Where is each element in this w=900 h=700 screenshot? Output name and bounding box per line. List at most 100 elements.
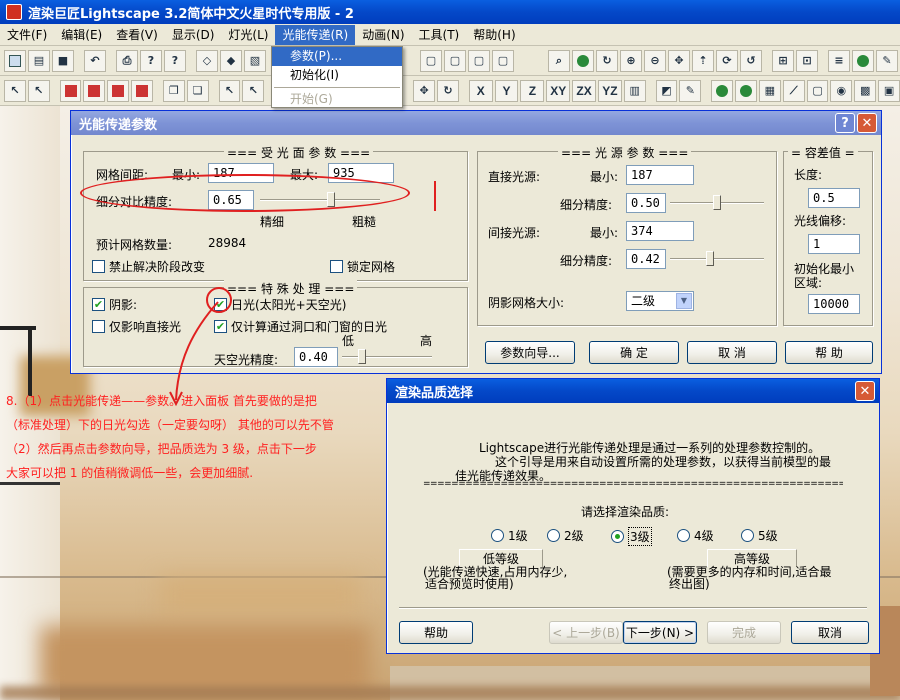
brush-icon[interactable]: ✎ xyxy=(679,79,702,102)
select-tool-icon[interactable]: ↖ xyxy=(27,79,50,102)
print-icon[interactable]: ⎙ xyxy=(116,49,138,72)
cancel-button[interactable]: 取消 xyxy=(791,621,869,644)
menu-file[interactable]: 文件(F) xyxy=(0,25,54,45)
cube-green-icon[interactable]: ◆ xyxy=(220,49,242,72)
close-icon[interactable]: ✕ xyxy=(855,381,875,401)
openings-only-checkbox[interactable]: ✔ 仅计算通过洞口和门窗的日光 xyxy=(214,318,387,335)
rotate-icon[interactable]: ↻ xyxy=(596,49,618,72)
menu-edit[interactable]: 编辑(E) xyxy=(54,25,109,45)
quality-radio-5[interactable]: 5级 xyxy=(741,527,778,544)
init-min-input[interactable]: 10000 xyxy=(808,294,860,314)
shadows-checkbox[interactable]: ✔ 阴影: xyxy=(92,296,137,313)
direct-subdiv-input[interactable]: 0.50 xyxy=(626,193,666,213)
light-icon[interactable] xyxy=(711,79,734,102)
quality-radio-2[interactable]: 2级 xyxy=(547,527,584,544)
layers-icon[interactable]: ≡ xyxy=(828,49,850,72)
texture-icon[interactable]: ▩ xyxy=(854,79,877,102)
sky-precision-input[interactable]: 0.40 xyxy=(294,347,338,367)
direct-min-input[interactable]: 187 xyxy=(626,165,694,185)
length-input[interactable]: 0.5 xyxy=(808,188,860,208)
menu-display[interactable]: 显示(D) xyxy=(165,25,222,45)
window-icon[interactable]: ▦ xyxy=(758,79,781,102)
box-view-icon[interactable]: ▢ xyxy=(492,49,514,72)
indirect-min-input[interactable]: 374 xyxy=(626,221,694,241)
shadow-grid-select[interactable]: 二级 ▼ xyxy=(626,291,694,311)
context-help-icon[interactable]: ? xyxy=(164,49,186,72)
move-icon[interactable]: ✥ xyxy=(413,79,436,102)
pointer-icon[interactable]: ↖ xyxy=(218,79,241,102)
menu-radiosity[interactable]: 光能传递(R) xyxy=(275,24,356,45)
box-icon[interactable]: ▢ xyxy=(806,79,829,102)
new-file-icon[interactable] xyxy=(4,49,26,72)
chevron-down-icon[interactable]: ▼ xyxy=(676,293,692,309)
ray-offset-input[interactable]: 1 xyxy=(808,234,860,254)
slider-thumb[interactable] xyxy=(706,251,714,266)
axis-xy-button[interactable]: XY xyxy=(546,79,571,102)
lock-mesh-checkbox[interactable]: 锁定网格 xyxy=(330,258,395,275)
menu-help[interactable]: 帮助(H) xyxy=(466,25,522,45)
tools-icon[interactable]: ✎ xyxy=(876,49,898,72)
globe-icon[interactable] xyxy=(852,49,874,72)
orbit-icon[interactable]: ⟳ xyxy=(716,49,738,72)
menu-view[interactable]: 查看(V) xyxy=(109,25,165,45)
align-icon[interactable]: ▥ xyxy=(623,79,646,102)
sky-precision-slider[interactable] xyxy=(342,348,432,366)
help-button[interactable]: 帮 助 xyxy=(785,341,873,364)
cancel-button[interactable]: 取 消 xyxy=(687,341,777,364)
direct-subdiv-slider[interactable] xyxy=(670,194,764,212)
menu-light[interactable]: 灯光(L) xyxy=(221,25,275,45)
save-icon[interactable]: ■ xyxy=(52,49,74,72)
quality-radio-3[interactable]: 3级 xyxy=(611,527,652,546)
menu-tools[interactable]: 工具(T) xyxy=(412,25,467,45)
axis-x-button[interactable]: X xyxy=(468,79,493,102)
select-box-icon[interactable] xyxy=(59,79,82,102)
pan-icon[interactable]: ✥ xyxy=(668,49,690,72)
help-button[interactable]: 帮助 xyxy=(399,621,473,644)
box-view-icon[interactable]: ▢ xyxy=(468,49,490,72)
box-view-icon[interactable]: ▢ xyxy=(444,49,466,72)
select-box-icon[interactable] xyxy=(107,79,130,102)
zoom-window-icon[interactable]: ⊡ xyxy=(796,49,818,72)
select-arrow-icon[interactable]: ↖ xyxy=(4,79,26,102)
rotate-obj-icon[interactable]: ↻ xyxy=(437,79,459,102)
slider-thumb[interactable] xyxy=(358,349,366,364)
pointer-icon[interactable]: ↖ xyxy=(242,79,265,102)
zoom-icon[interactable]: ⌕ xyxy=(548,49,570,72)
zoom-out-icon[interactable]: ⊖ xyxy=(644,49,666,72)
axis-zx-button[interactable]: ZX xyxy=(572,79,596,102)
zoom-in-icon[interactable]: ⊕ xyxy=(620,49,642,72)
help-icon[interactable]: ? xyxy=(835,113,855,133)
menu-item-parameters[interactable]: 参数(P)... xyxy=(272,47,402,66)
quality-radio-1[interactable]: 1级 xyxy=(491,527,528,544)
light-icon[interactable] xyxy=(735,79,757,102)
image-icon[interactable]: ▣ xyxy=(878,79,900,102)
axis-y-button[interactable]: Y xyxy=(494,79,519,102)
ok-button[interactable]: 确 定 xyxy=(589,341,679,364)
open-folder-icon[interactable]: ▤ xyxy=(28,49,50,72)
indirect-subdiv-input[interactable]: 0.42 xyxy=(626,249,666,269)
help-icon[interactable]: ? xyxy=(140,49,162,72)
refresh-icon[interactable]: ↺ xyxy=(740,49,762,72)
quality-radio-4[interactable]: 4级 xyxy=(677,527,714,544)
next-button[interactable]: 下一步(N) > xyxy=(623,621,697,644)
wizard-button[interactable]: 参数向导... xyxy=(485,341,575,364)
select-box-icon[interactable] xyxy=(83,79,106,102)
zoom-extent-icon[interactable]: ⊞ xyxy=(772,49,794,72)
sphere-icon[interactable]: ◉ xyxy=(830,79,853,102)
undo-icon[interactable]: ↶ xyxy=(84,49,106,72)
walk-icon[interactable]: ⇡ xyxy=(692,49,714,72)
cube-icon[interactable]: ◇ xyxy=(196,49,218,72)
indirect-subdiv-slider[interactable] xyxy=(670,250,764,268)
copy-icon[interactable]: ❐ xyxy=(162,79,185,102)
material-icon[interactable]: ◩ xyxy=(655,79,678,102)
menu-animation[interactable]: 动画(N) xyxy=(355,25,411,45)
tree-icon[interactable] xyxy=(572,49,594,72)
menu-item-initialize[interactable]: 初始化(I) xyxy=(272,66,402,85)
paste-icon[interactable]: ❏ xyxy=(186,79,209,102)
axis-yz-button[interactable]: YZ xyxy=(597,79,622,102)
box-view-icon[interactable]: ▢ xyxy=(420,49,442,72)
disable-stage-change-checkbox[interactable]: 禁止解决阶段改变 xyxy=(92,258,205,275)
axis-z-button[interactable]: Z xyxy=(520,79,545,102)
line-icon[interactable]: ⟋ xyxy=(782,79,805,102)
select-box-icon[interactable] xyxy=(131,79,154,102)
